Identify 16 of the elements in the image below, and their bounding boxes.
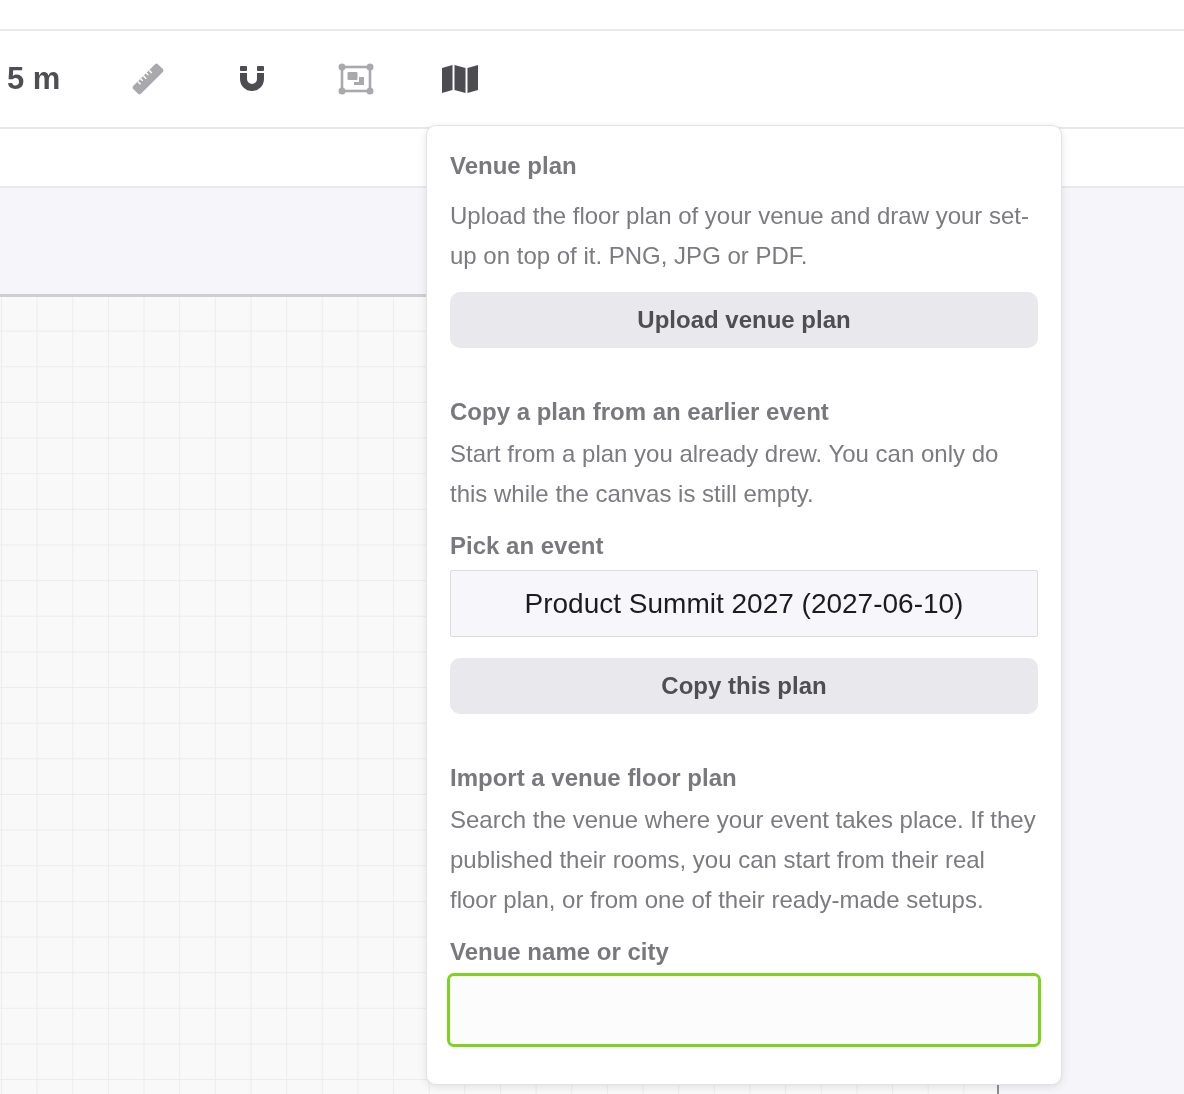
section-heading: Venue plan xyxy=(450,151,578,181)
upload-venue-plan-button[interactable]: Upload venue plan xyxy=(450,292,1038,348)
field-label: Venue name or city xyxy=(450,937,670,967)
venue-search-field[interactable] xyxy=(447,973,1041,1047)
event-select[interactable]: Product Summit 2027 (2027-06-10) xyxy=(450,570,1038,637)
field-label: Pick an event xyxy=(450,531,605,561)
section-heading: Copy a plan from an earlier event xyxy=(450,397,830,427)
map-icon[interactable] xyxy=(442,65,478,93)
section-description: Search the venue where your event takes place. If they published their rooms, you can start from their real floor plan, or from one of their ready-made setups. xyxy=(450,805,1037,915)
copy-plan-button[interactable]: Copy this plan xyxy=(450,658,1038,714)
scale-label: 5 m xyxy=(7,61,61,96)
frame-icon[interactable] xyxy=(338,63,374,95)
magnet-icon[interactable] xyxy=(237,65,267,93)
section-description: Start from a plan you already drew. You can only do this while the canvas is still empty. xyxy=(450,439,1000,509)
section-heading: Import a venue floor plan xyxy=(450,763,738,793)
section-description: Upload the floor plan of your venue and draw your set-up on top of it. PNG, JPG or PDF. xyxy=(450,201,1030,271)
